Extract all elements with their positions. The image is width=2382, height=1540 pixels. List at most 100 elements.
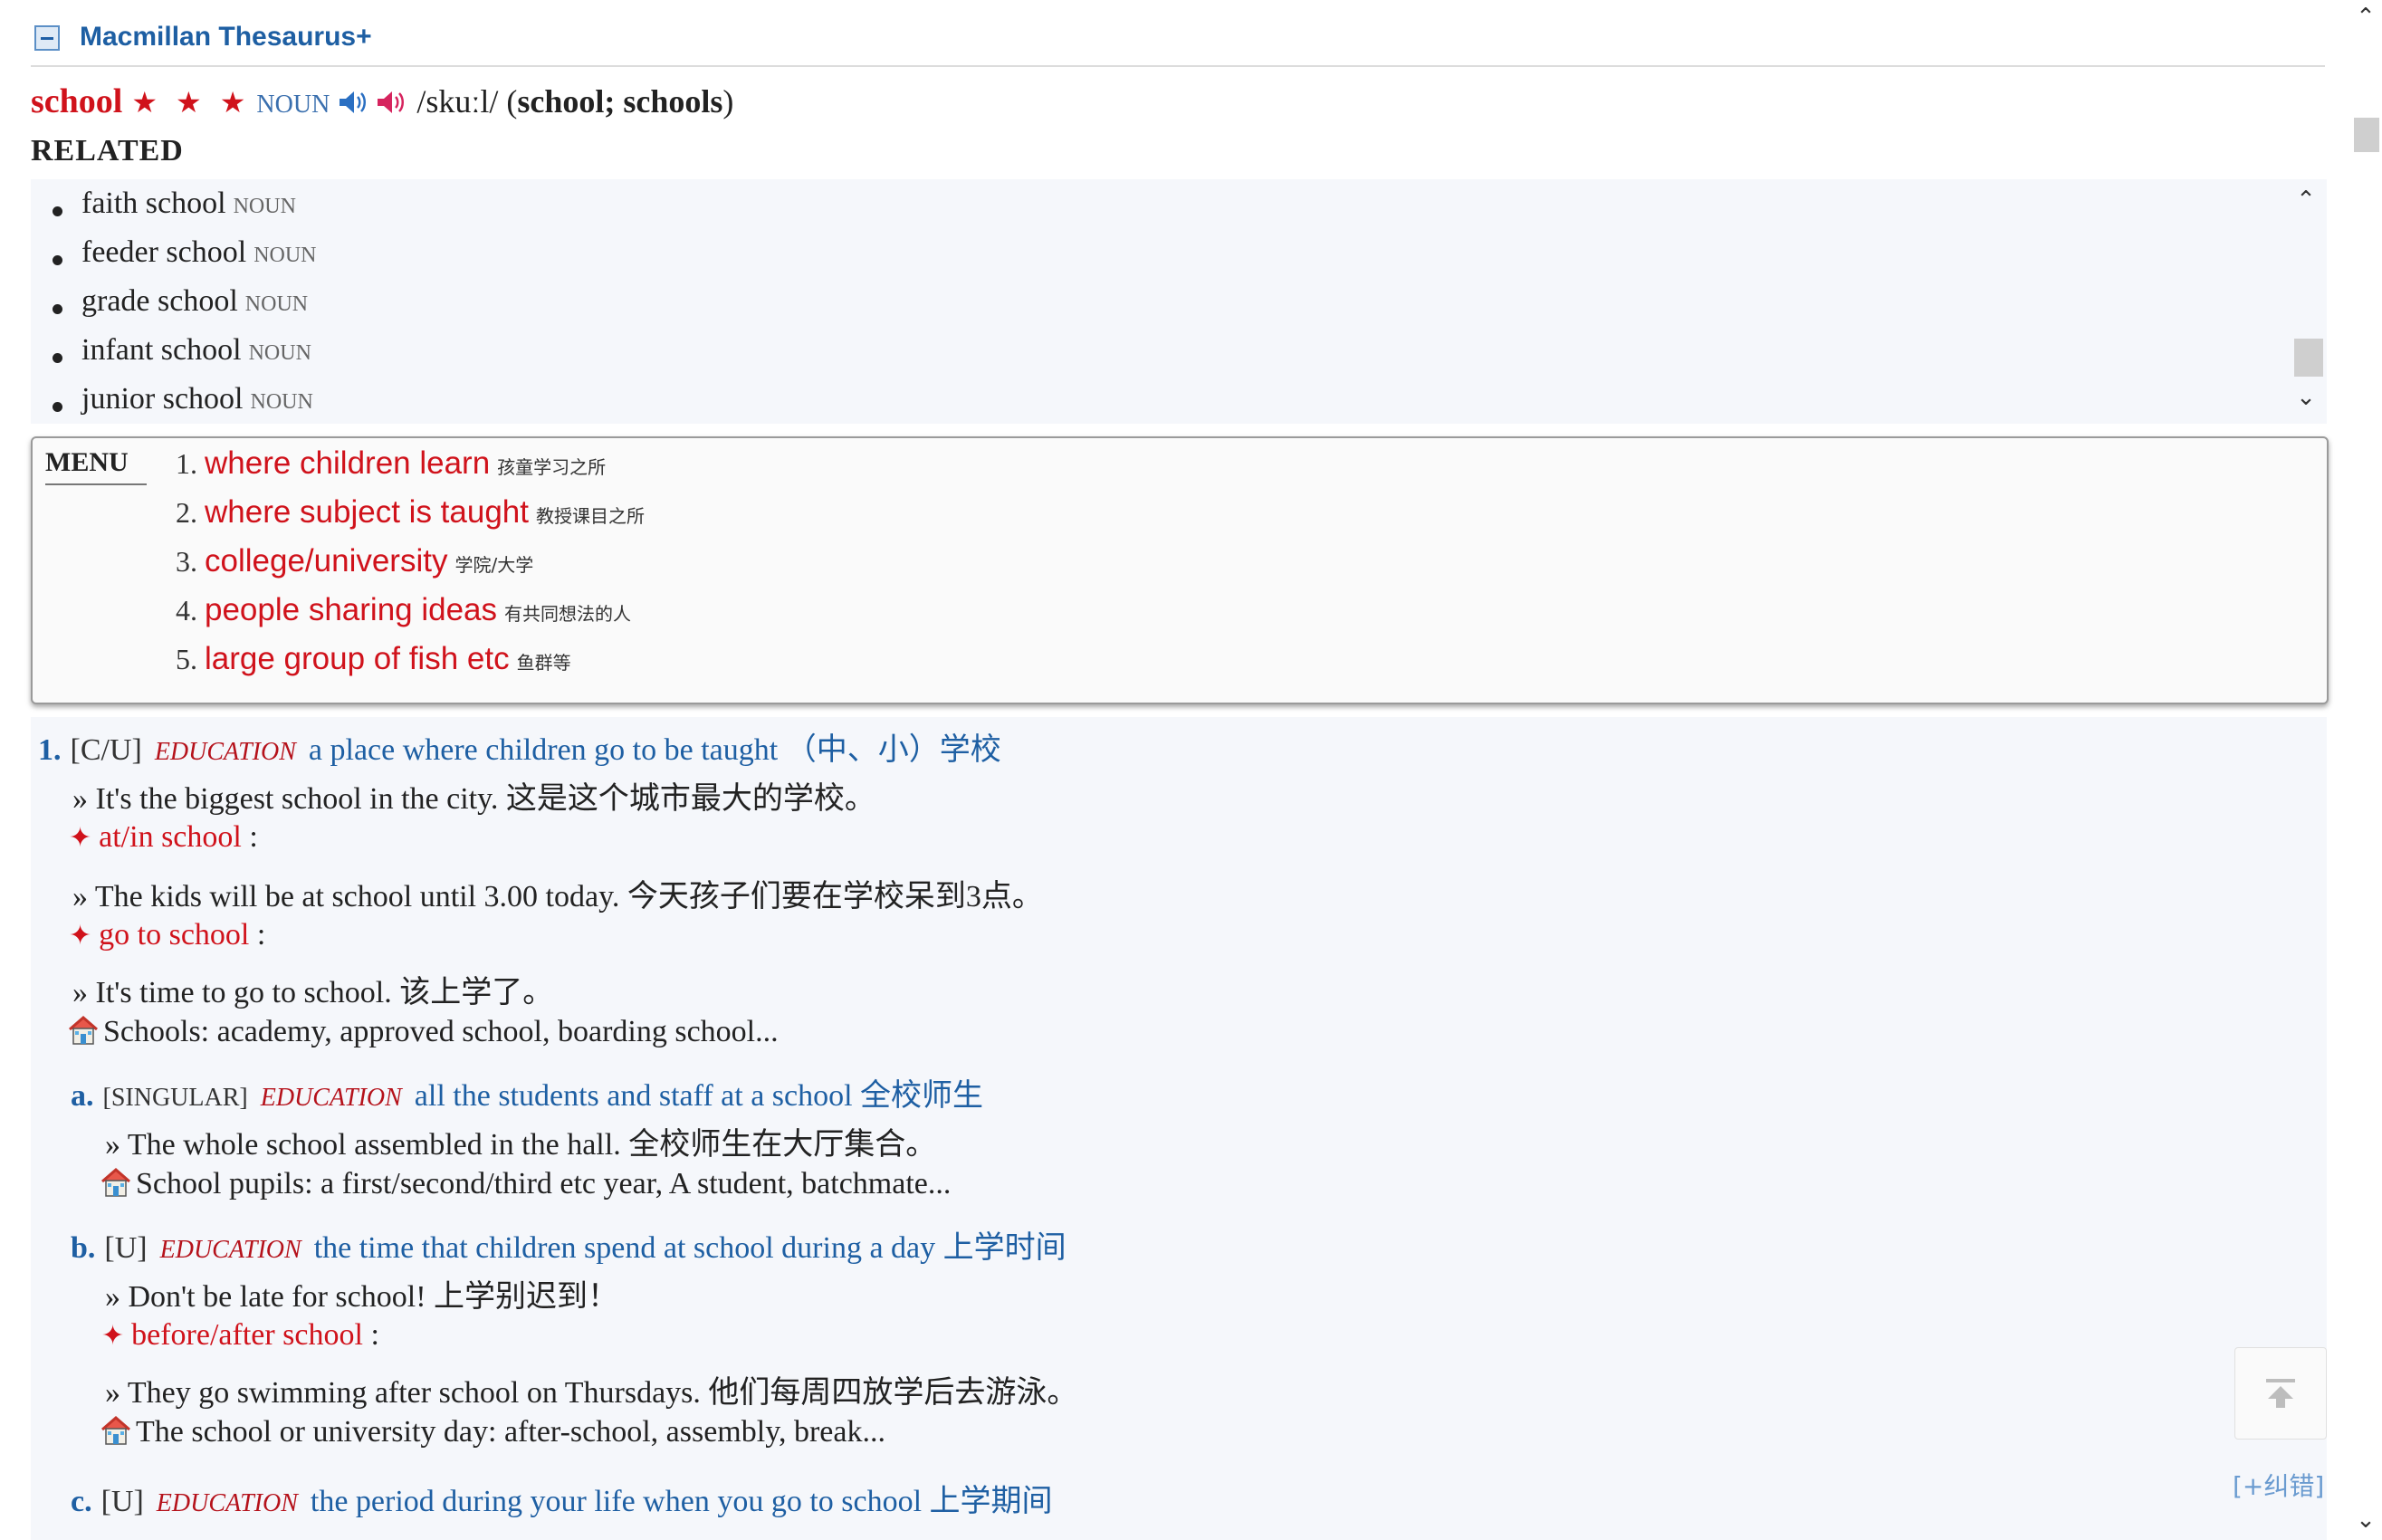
page-scrollbar[interactable]: ⌃ ⌄ (2349, 0, 2382, 1540)
menu-item[interactable]: 4. people sharing ideas 有共同想法的人 (176, 592, 631, 628)
related-item[interactable]: junior school NOUN (53, 382, 313, 416)
grammar-code: [U] (104, 1231, 148, 1265)
menu-item-link[interactable]: where children learn (205, 445, 490, 481)
sense-c-header: c. [U] EDUCATION the period during your lif… (71, 1476, 1053, 1520)
entry-content: 1. [C/U] EDUCATION a place where children g… (31, 717, 2327, 1540)
definition: the period during your life when you go … (310, 1485, 1053, 1518)
menu-item[interactable]: 1. where children learn 孩童学习之所 (176, 445, 606, 482)
phrase-colon: : (249, 918, 266, 952)
phrase: ✦ before/after school : (101, 1318, 379, 1353)
phrase: ✦ go to school : (69, 918, 265, 952)
example: » It's time to go to school. 该上学了。 (72, 976, 554, 1009)
thesaurus-link[interactable]: Schools: academy, approved school, board… (67, 1014, 779, 1049)
menu-item-link[interactable]: large group of fish etc (205, 641, 510, 676)
related-item[interactable]: feeder school NOUN (53, 235, 317, 270)
thesaurus-link[interactable]: The school or university day: after-scho… (100, 1414, 885, 1449)
chevron-down-icon[interactable]: ⌄ (2292, 384, 2320, 411)
related-list[interactable]: faith school NOUN feeder school NOUN grade… (31, 179, 2327, 424)
example: » Don't be late for school! 上学别迟到！ (105, 1280, 619, 1314)
menu-item-zh: 鱼群等 (516, 652, 571, 674)
definition: the time that children spend at school d… (313, 1231, 1067, 1265)
forms-close: ) (722, 83, 734, 120)
subject-label: EDUCATION (260, 1084, 402, 1112)
thesaurus-text[interactable]: The school or university day: after-scho… (136, 1415, 885, 1449)
menu-item-zh: 孩童学习之所 (497, 456, 607, 478)
thesaurus-text[interactable]: School pupils: a first/second/third etc … (136, 1167, 951, 1200)
word-forms: school; schools (517, 83, 723, 120)
subject-label: EDUCATION (159, 1236, 301, 1264)
forms-open: ( (506, 83, 518, 120)
example: » The whole school assembled in the hall… (105, 1128, 937, 1162)
grammar-code: [C/U] (70, 733, 142, 767)
related-word[interactable]: grade school (81, 284, 238, 318)
menu-item[interactable]: 2. where subject is taught 教授课目之所 (176, 494, 645, 531)
definition: all the students and staff at a school 全… (414, 1079, 984, 1113)
related-pos: NOUN (233, 195, 296, 218)
menu-item-number: 5. (176, 643, 197, 675)
phrase-text: before/after school (131, 1318, 363, 1352)
chevron-up-icon[interactable]: ⌃ (2352, 4, 2379, 31)
part-of-speech: NOUN (256, 91, 330, 119)
related-item[interactable]: infant school NOUN (53, 333, 311, 368)
grammar-code: [SINGULAR] (102, 1084, 248, 1112)
report-error-link[interactable]: [+纠错] (2233, 1467, 2324, 1503)
menu-item-number: 2. (176, 496, 197, 529)
headword-line: school ★ ★ ★ NOUN/skuːl/ (school; schools) (31, 81, 733, 121)
phrase: ✦ at/in school : (69, 820, 258, 855)
menu-item-zh: 学院/大学 (454, 554, 534, 576)
chevron-up-icon[interactable]: ⌃ (2292, 187, 2320, 214)
subject-label: EDUCATION (154, 738, 296, 766)
thesaurus-link[interactable]: School pupils: a first/second/third etc … (100, 1166, 951, 1201)
speaker-us-icon[interactable] (375, 89, 406, 116)
related-word[interactable]: faith school (81, 187, 226, 220)
sense-number: b. (71, 1231, 96, 1265)
phrase-colon: : (241, 820, 258, 854)
sense-number: c. (71, 1485, 92, 1518)
related-item[interactable]: faith school NOUN (53, 187, 296, 221)
menu-item-link[interactable]: college/university (205, 543, 447, 579)
chevron-down-icon[interactable]: ⌄ (2352, 1507, 2379, 1534)
related-item[interactable]: grade school NOUN (52, 284, 309, 319)
dictionary-header: Macmillan Thesaurus+ (31, 18, 2325, 67)
related-pos: NOUN (244, 292, 309, 316)
example: » They go swimming after school on Thurs… (105, 1376, 1078, 1410)
sense-number: 1. (38, 733, 62, 767)
headword: school (31, 82, 123, 120)
page-scrollbar-thumb[interactable] (2354, 118, 2379, 152)
grammar-code: [U] (100, 1485, 144, 1518)
diamond-icon: ✦ (69, 920, 92, 952)
menu-item-number: 4. (176, 594, 197, 627)
diamond-icon: ✦ (69, 822, 92, 854)
example: » The kids will be at school until 3.00 … (72, 880, 1043, 913)
menu-label: MENU (45, 447, 147, 485)
back-to-top-button[interactable] (2234, 1347, 2327, 1440)
frequency-stars: ★ ★ ★ (131, 86, 252, 119)
menu-item[interactable]: 3. college/university 学院/大学 (176, 543, 533, 579)
related-pos: NOUN (254, 244, 317, 267)
menu-item-link[interactable]: people sharing ideas (205, 592, 497, 627)
menu-item[interactable]: 5. large group of fish etc 鱼群等 (176, 641, 571, 677)
related-heading: RELATED (31, 134, 184, 167)
related-word[interactable]: infant school (81, 333, 242, 367)
related-word[interactable]: feeder school (81, 235, 246, 269)
related-word[interactable]: junior school (81, 382, 243, 416)
menu-item-link[interactable]: where subject is taught (205, 494, 529, 530)
speaker-uk-icon[interactable] (337, 89, 368, 116)
diamond-icon: ✦ (101, 1320, 125, 1352)
related-pos: NOUN (250, 390, 313, 414)
sense-menu: MENU 1. where children learn 孩童学习之所 2. wher… (31, 436, 2329, 704)
dictionary-title[interactable]: Macmillan Thesaurus+ (80, 22, 372, 53)
example: » It's the biggest school in the city. 这… (72, 782, 875, 816)
phrase-text: at/in school (99, 820, 242, 854)
phrase-text: go to school (99, 918, 250, 952)
house-icon (101, 1168, 130, 1197)
thesaurus-text[interactable]: Schools: academy, approved school, board… (103, 1015, 779, 1048)
sense-a-header: a. [SINGULAR] EDUCATION all the students an… (71, 1070, 983, 1114)
sense-1-header: 1. [C/U] EDUCATION a place where children g… (38, 724, 1001, 769)
definition: a place where children go to be taught （… (308, 733, 1001, 767)
minus-icon[interactable] (34, 25, 60, 51)
menu-item-number: 1. (176, 447, 197, 480)
menu-item-number: 3. (176, 545, 197, 578)
related-scrollbar-thumb[interactable] (2294, 339, 2323, 377)
house-icon (69, 1016, 98, 1045)
